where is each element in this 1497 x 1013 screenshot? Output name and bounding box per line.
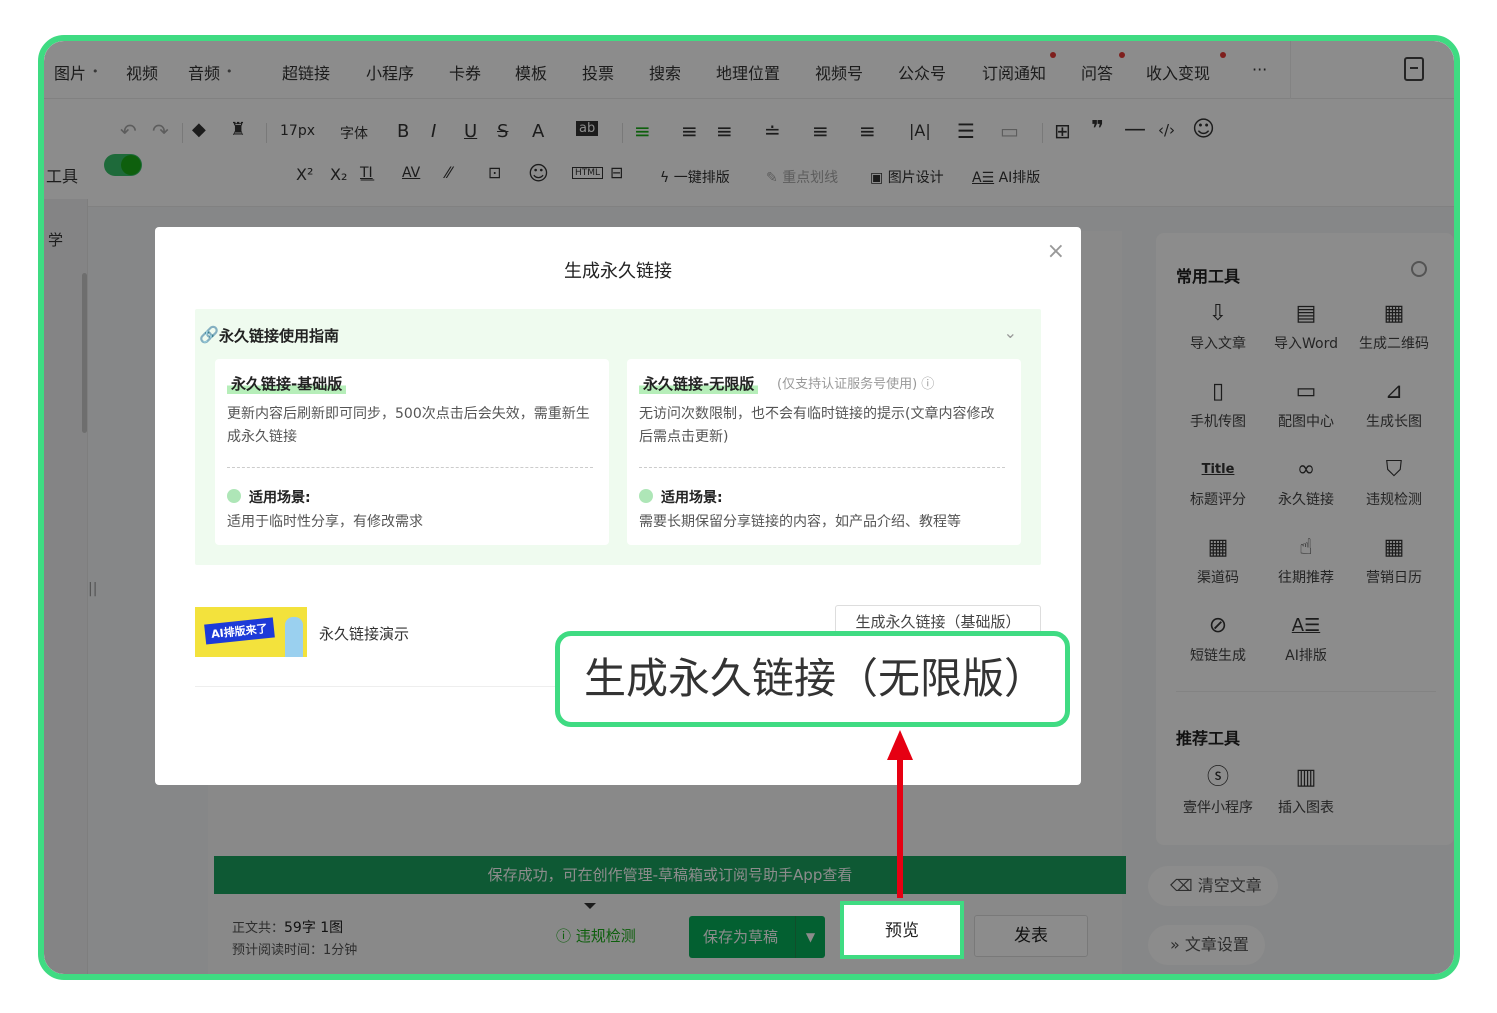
card-divider [639,467,1005,468]
preview-button[interactable]: 预览 [840,901,964,959]
unlimited-version-card: 永久链接-无限版 (仅支持认证服务号使用) ⓘ 无访问次数限制，也不会有临时链接… [627,359,1021,545]
unlimited-scene-text: 需要长期保留分享链接的内容，如产品介绍、教程等 [639,514,961,530]
check-circle-icon [639,489,653,503]
article-title: 永久链接演示 [319,625,410,643]
article-thumbnail: AI排版来了 [195,607,307,657]
basic-scene-label: 适用场景: [227,487,311,507]
scene-label: 适用场景: [249,490,311,506]
thumbnail-figure [285,617,303,657]
dialog-title: 生成永久链接 [564,261,672,282]
thumbnail-caption: AI排版来了 [204,617,275,645]
basic-version-card: 永久链接-基础版 更新内容后刷新即可同步，500次点击后会失效，需重新生成永久链… [215,359,609,545]
unlimited-card-desc: 无访问次数限制，也不会有临时链接的提示(文章内容修改后需点击更新) [639,406,995,445]
unlimited-scene-label: 适用场景: [639,487,723,507]
certified-only-note: (仅支持认证服务号使用) [777,377,918,392]
card-divider [227,467,593,468]
link-icon: 🔗 [199,325,219,344]
check-circle-icon [227,489,241,503]
unlimited-card-title: 永久链接-无限版 [639,373,759,394]
editor-app: 图片 • 视频 音频 • 超链接 小程序 卡券 模板 投票 搜索 地理位置 视频… [44,41,1454,974]
guide-title: 永久链接使用指南 [219,327,340,345]
close-icon[interactable]: × [1047,239,1065,264]
arrow-shaft [897,752,903,898]
generate-unlimited-link-button[interactable]: 生成永久链接（无限版） [555,631,1070,727]
screenshot-frame: 图片 • 视频 音频 • 超链接 小程序 卡券 模板 投票 搜索 地理位置 视频… [38,35,1460,980]
scene-label: 适用场景: [661,490,723,506]
basic-card-title: 永久链接-基础版 [227,373,347,394]
unlimited-card-note: (仅支持认证服务号使用) ⓘ [777,373,934,392]
basic-scene-text: 适用于临时性分享，有修改需求 [227,514,423,530]
usage-guide: 🔗 永久链接使用指南 ⌄ 永久链接-基础版 更新内容后刷新即可同步，500次点击… [195,309,1041,565]
basic-card-desc: 更新内容后刷新即可同步，500次点击后会失效，需重新生成永久链接 [227,406,590,445]
help-icon[interactable]: ⓘ [921,377,934,392]
chevron-down-icon[interactable]: ⌄ [1004,323,1017,342]
unlimited-card-title-text: 永久链接-无限版 [643,375,755,393]
